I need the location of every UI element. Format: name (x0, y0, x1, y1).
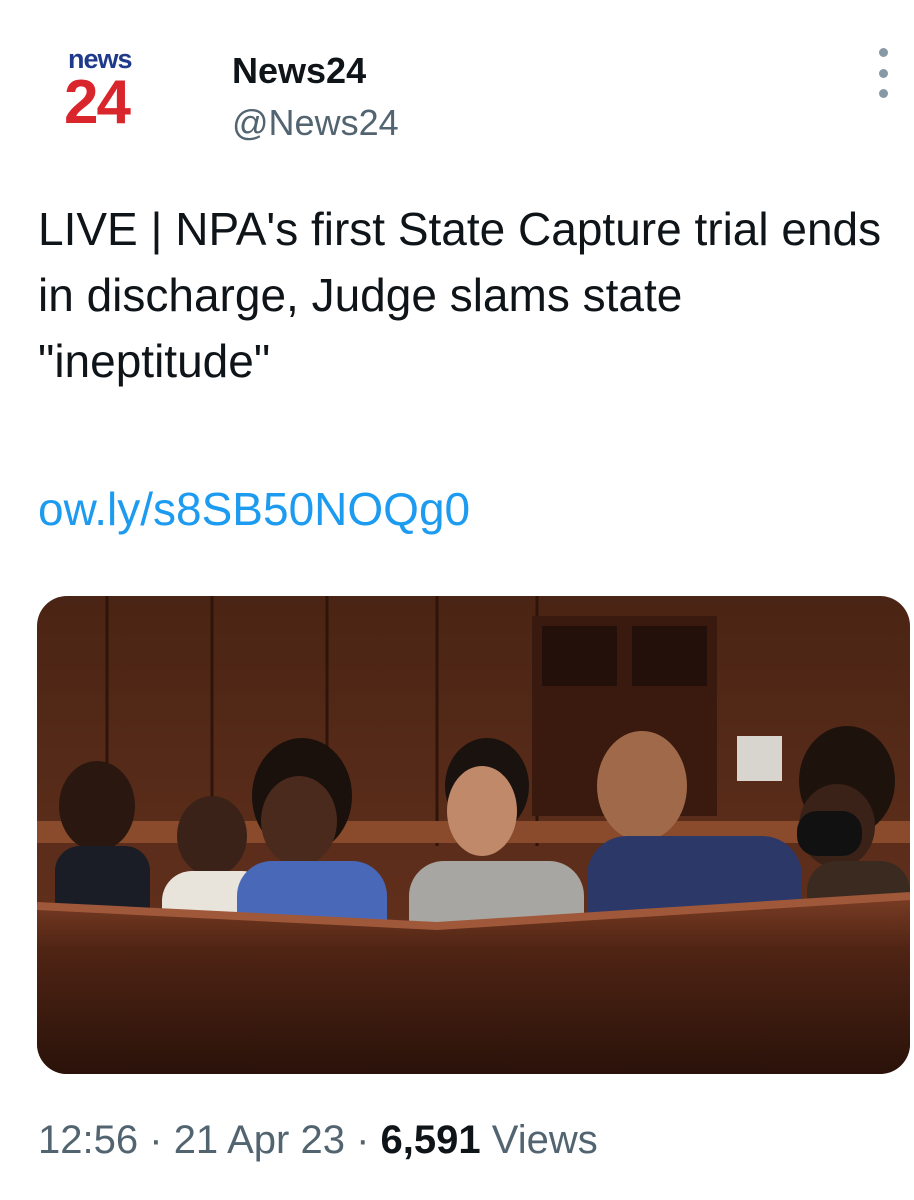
tweet-time[interactable]: 12:56 (38, 1118, 138, 1162)
avatar-logo-number: 24 (64, 68, 131, 137)
tweet-date[interactable]: 21 Apr 23 (174, 1118, 345, 1162)
meta-separator: · (149, 1118, 163, 1162)
courtroom-photo-image (37, 596, 910, 1074)
more-dot (878, 89, 888, 98)
tweet-photo[interactable] (37, 596, 910, 1074)
meta-separator: · (356, 1118, 370, 1162)
tweet-meta: 12:56 · 21 Apr 23 · 6,591 Views (38, 1118, 598, 1163)
avatar[interactable]: news 24 (60, 44, 170, 164)
tweet-text: LIVE | NPA's first State Capture trial e… (38, 203, 882, 387)
views-count[interactable]: 6,591 (381, 1118, 481, 1162)
more-dot (878, 48, 888, 57)
user-handle[interactable]: @News24 (232, 102, 399, 144)
views-label[interactable]: Views (492, 1118, 598, 1162)
display-name[interactable]: News24 (232, 50, 366, 92)
more-dot (878, 68, 888, 78)
more-options-icon[interactable] (868, 48, 898, 98)
tweet-link[interactable]: ow.ly/s8SB50NOQg0 (38, 482, 470, 536)
